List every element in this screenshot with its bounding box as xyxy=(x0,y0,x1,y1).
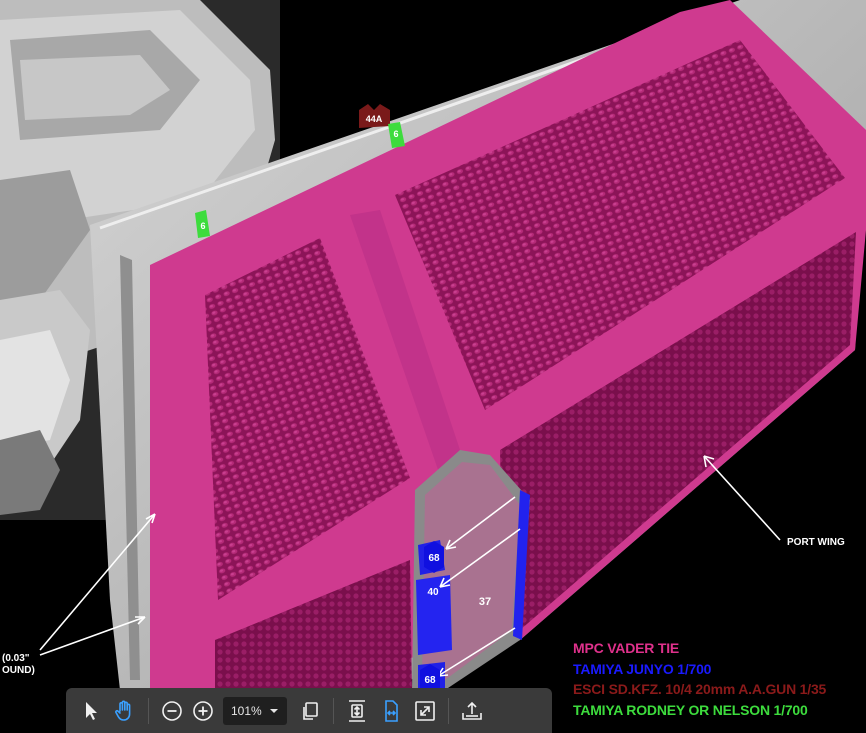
legend-item-esci-gun: ESCI SD.KFZ. 10/4 20mm A.A.GUN 1/35 xyxy=(573,681,827,697)
toolbar-divider xyxy=(333,697,334,724)
chevron-down-icon xyxy=(270,708,278,713)
fit-page-button[interactable] xyxy=(340,694,374,728)
cursor-arrow-icon xyxy=(86,701,97,720)
badge-6-left-text: 6 xyxy=(200,221,205,231)
zoom-level-select[interactable]: 101% xyxy=(223,696,287,725)
zoom-level-value: 101% xyxy=(231,703,262,718)
zoom-out-icon xyxy=(162,700,182,721)
page-thumbnails-button[interactable] xyxy=(293,694,327,728)
select-tool-button[interactable] xyxy=(74,694,108,728)
left-callout-line2: OUND) xyxy=(2,665,35,676)
hand-pan-icon xyxy=(115,700,131,721)
badge-40: 40 xyxy=(427,587,439,598)
badge-68-top-text: 68 xyxy=(428,553,440,564)
port-wing-label: PORT WING xyxy=(787,537,845,548)
upload-export-icon xyxy=(462,701,482,720)
toolbar-divider xyxy=(448,697,449,724)
fit-width-button[interactable] xyxy=(374,694,408,728)
color-legend: MPC VADER TIE TAMIYA JUNYO 1/700 ESCI SD… xyxy=(573,638,826,720)
export-button[interactable] xyxy=(455,694,489,728)
zoom-out-button[interactable] xyxy=(155,694,189,728)
badge-68-top: 68 xyxy=(424,541,444,573)
legend-item-junyo: TAMIYA JUNYO 1/700 xyxy=(573,660,712,677)
toolbar-divider xyxy=(148,697,149,724)
legend-item-rodney-nelson: TAMIYA RODNEY OR NELSON 1/700 xyxy=(573,701,808,718)
viewer-toolbar: 101% xyxy=(66,688,552,733)
hand-tool-button[interactable] xyxy=(108,694,142,728)
badge-37-text: 37 xyxy=(479,596,491,608)
badge-68-bottom-text: 68 xyxy=(424,675,436,686)
badge-37: 37 xyxy=(479,596,491,608)
fit-width-icon xyxy=(385,699,398,722)
model-photo: 44A 6 6 68 40 37 68 PORT WING (0.03" OUN… xyxy=(0,0,866,720)
zoom-in-button[interactable] xyxy=(189,694,217,728)
left-callout-line1: (0.03" xyxy=(2,653,30,664)
copy-pages-icon xyxy=(303,701,318,720)
badge-44a-text: 44A xyxy=(366,114,383,124)
fit-page-icon xyxy=(349,699,365,722)
badge-40-text: 40 xyxy=(427,587,439,598)
fullscreen-button[interactable] xyxy=(408,694,442,728)
zoom-in-icon xyxy=(193,700,213,721)
badge-44a: 44A xyxy=(359,104,390,128)
fullscreen-icon xyxy=(415,700,435,721)
badge-6-top-text: 6 xyxy=(393,129,398,139)
legend-item-vader-tie: MPC VADER TIE xyxy=(573,640,680,656)
